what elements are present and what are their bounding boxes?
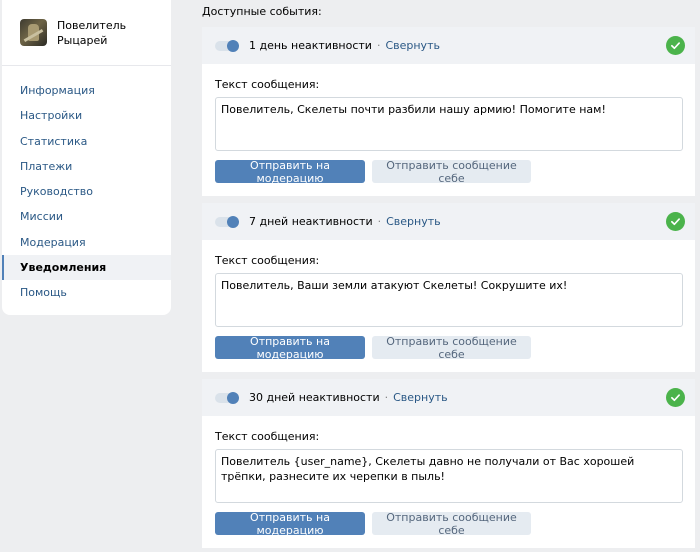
sidebar-item-settings[interactable]: Настройки — [2, 103, 171, 128]
event-card: 1 день неактивности · Свернуть Текст соо… — [202, 27, 695, 196]
send-to-self-button[interactable]: Отправить сообщение себе — [372, 159, 531, 185]
sidebar-item-moderation[interactable]: Модерация — [2, 230, 171, 255]
app-name: Повелитель Рыцарей — [57, 18, 127, 47]
event-card-header: 7 дней неактивности · Свернуть — [202, 203, 695, 240]
submit-moderation-button[interactable]: Отправить на модерацию — [215, 335, 365, 361]
submit-moderation-button[interactable]: Отправить на модерацию — [215, 511, 365, 537]
submit-moderation-button[interactable]: Отправить на модерацию — [215, 159, 365, 185]
toggle-knob — [227, 39, 239, 52]
app-header[interactable]: Повелитель Рыцарей — [2, 0, 171, 66]
collapse-link[interactable]: Свернуть — [385, 39, 440, 52]
sidebar-menu: Информация Настройки Статистика Платежи … — [2, 66, 171, 306]
sidebar-item-statistics[interactable]: Статистика — [2, 129, 171, 154]
page-title: Доступные события: — [202, 5, 322, 18]
sidebar-item-help[interactable]: Помощь — [2, 280, 171, 305]
event-toggle[interactable] — [215, 391, 239, 404]
event-card-header: 1 день неактивности · Свернуть — [202, 27, 695, 64]
message-field-label: Текст сообщения: — [215, 430, 320, 443]
event-card-header: 30 дней неактивности · Свернуть — [202, 379, 695, 416]
toggle-knob — [227, 215, 239, 228]
send-to-self-button[interactable]: Отправить сообщение себе — [372, 511, 531, 537]
message-textarea[interactable]: Повелитель, Скелеты почти разбили нашу а… — [215, 97, 683, 151]
separator-dot: · — [384, 391, 389, 404]
check-circle-icon — [666, 36, 685, 55]
event-toggle[interactable] — [215, 39, 239, 52]
sidebar-item-payments[interactable]: Платежи — [2, 154, 171, 179]
event-card: 30 дней неактивности · Свернуть Текст со… — [202, 379, 695, 548]
message-textarea[interactable]: Повелитель {user_name}, Скелеты давно не… — [215, 449, 683, 503]
send-to-self-button[interactable]: Отправить сообщение себе — [372, 335, 531, 361]
message-textarea[interactable]: Повелитель, Ваши земли атакуют Скелеты! … — [215, 273, 683, 327]
collapse-link[interactable]: Свернуть — [393, 391, 448, 404]
event-title: 1 день неактивности — [249, 39, 372, 52]
sidebar-item-guide[interactable]: Руководство — [2, 179, 171, 204]
event-card: 7 дней неактивности · Свернуть Текст соо… — [202, 203, 695, 372]
sidebar-item-notifications[interactable]: Уведомления — [2, 255, 171, 281]
check-circle-icon — [666, 388, 685, 407]
app-logo-icon — [20, 19, 47, 46]
message-field-label: Текст сообщения: — [215, 78, 320, 91]
check-circle-icon — [666, 212, 685, 231]
separator-dot: · — [376, 39, 381, 52]
sidebar-item-info[interactable]: Информация — [2, 78, 171, 103]
collapse-link[interactable]: Свернуть — [386, 215, 441, 228]
event-title: 7 дней неактивности — [249, 215, 373, 228]
sidebar: Повелитель Рыцарей Информация Настройки … — [2, 0, 171, 315]
event-toggle[interactable] — [215, 215, 239, 228]
message-field-label: Текст сообщения: — [215, 254, 320, 267]
separator-dot: · — [377, 215, 382, 228]
event-title: 30 дней неактивности — [249, 391, 380, 404]
toggle-knob — [227, 391, 239, 404]
sidebar-item-missions[interactable]: Миссии — [2, 204, 171, 229]
